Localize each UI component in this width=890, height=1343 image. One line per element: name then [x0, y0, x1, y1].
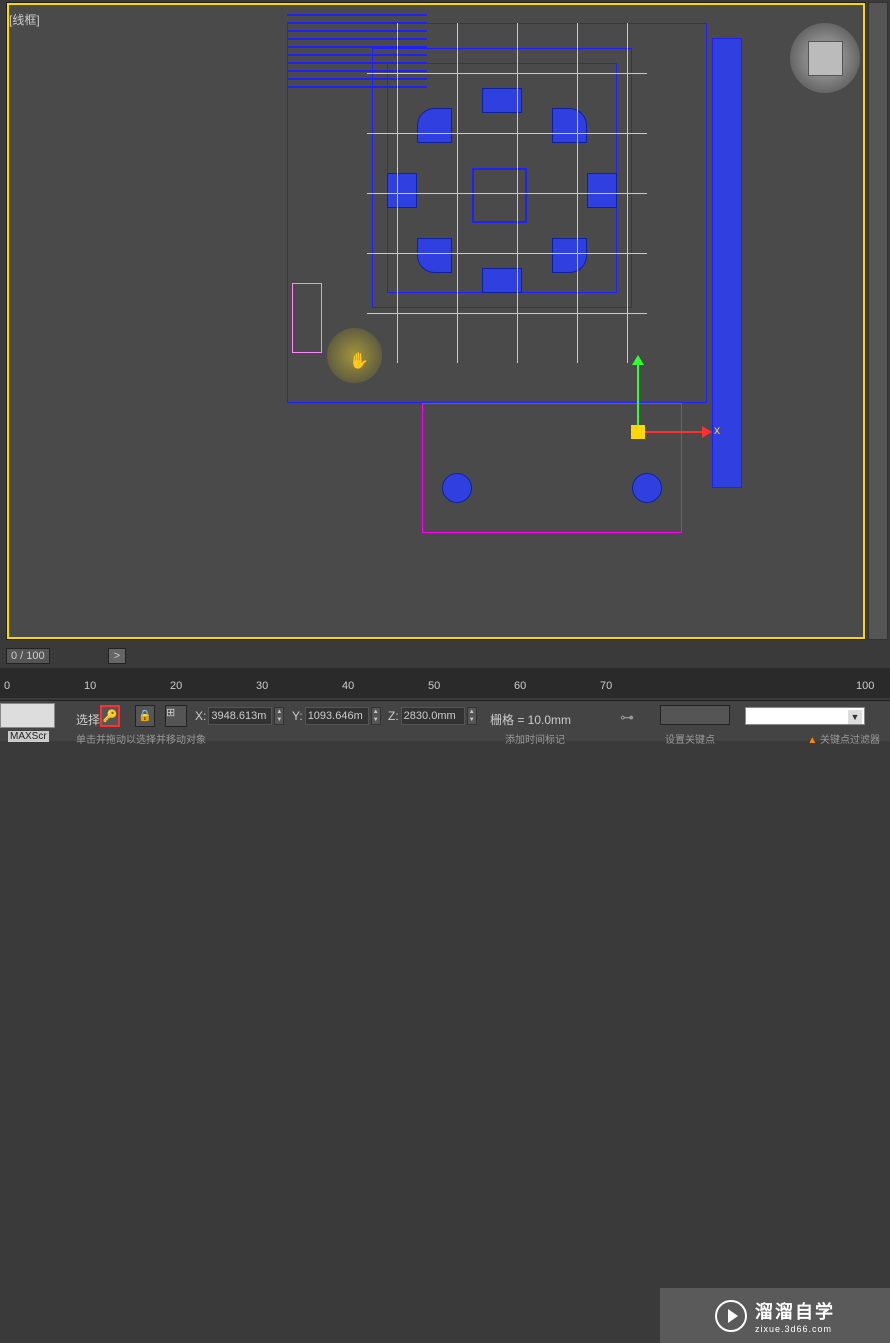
- key-icon: 🔑: [103, 709, 118, 723]
- watermark-title: 溜溜自学: [755, 1298, 835, 1324]
- z-label: Z:: [388, 709, 399, 723]
- select-label: 选择: [76, 711, 100, 728]
- watermark: 溜溜自学 zixue.3d66.com: [660, 1288, 890, 1343]
- selection-arrows: [367, 23, 647, 373]
- time-tick: 100: [856, 680, 874, 692]
- time-tick: 30: [256, 680, 268, 692]
- y-input[interactable]: [305, 707, 369, 725]
- drawing-content: [287, 13, 707, 533]
- timeline: 0 / 100 > 0 10 20 30 40 50 60 70 100 溜溜自…: [0, 644, 890, 699]
- grid-label: 栅格 = 10.0mm: [490, 711, 571, 728]
- lock-button[interactable]: 🔒: [135, 705, 155, 727]
- viewport[interactable]: [线框]: [6, 2, 866, 640]
- keyframe-button[interactable]: 🔑: [100, 705, 120, 727]
- time-tick: 50: [428, 680, 440, 692]
- gizmo-y-axis[interactable]: [637, 363, 639, 433]
- transform-gizmo[interactable]: x: [612, 363, 712, 443]
- viewcube-face[interactable]: [808, 41, 843, 76]
- y-label: Y:: [292, 709, 303, 723]
- key-filter-label[interactable]: ▲ 关键点过滤器: [807, 731, 880, 746]
- viewport-scrollbar[interactable]: [868, 2, 888, 640]
- gizmo-x-axis[interactable]: [637, 431, 707, 433]
- y-spinner[interactable]: ▲▼: [371, 707, 381, 725]
- object-round[interactable]: [442, 473, 472, 503]
- object-wall[interactable]: [712, 38, 742, 488]
- play-icon: [715, 1300, 747, 1332]
- lock-icon: 🔒: [138, 710, 152, 722]
- status-bar: MAXScr 选择 🔑 🔒 ⊞ X: ▲▼ Y: ▲▼ Z: ▲▼ 栅格 = 1…: [0, 700, 890, 741]
- gizmo-origin[interactable]: [631, 425, 645, 439]
- x-input[interactable]: [208, 707, 272, 725]
- viewcube[interactable]: [790, 23, 860, 93]
- key-tool-icon[interactable]: ⊶: [620, 709, 648, 725]
- gizmo-y-arrow[interactable]: [632, 355, 644, 365]
- snap-icon: ⊞: [166, 707, 175, 719]
- frame-counter[interactable]: 0 / 100: [6, 648, 50, 664]
- z-spinner[interactable]: ▲▼: [467, 707, 477, 725]
- snap-button[interactable]: ⊞: [165, 705, 187, 727]
- set-key-label[interactable]: 设置关键点: [665, 731, 715, 746]
- time-tag-hint[interactable]: 添加时间标记: [505, 731, 565, 746]
- expand-button[interactable]: >: [108, 648, 126, 664]
- z-input[interactable]: [401, 707, 465, 725]
- time-tick: 60: [514, 680, 526, 692]
- key-filter-dropdown[interactable]: ▼: [745, 707, 865, 725]
- time-tick: 40: [342, 680, 354, 692]
- time-tick: 10: [84, 680, 96, 692]
- time-ruler[interactable]: 0 10 20 30 40 50 60 70 100: [0, 668, 890, 698]
- time-tick: 70: [600, 680, 612, 692]
- time-tick: 20: [170, 680, 182, 692]
- watermark-url: zixue.3d66.com: [755, 1324, 835, 1334]
- object-round[interactable]: [632, 473, 662, 503]
- time-tick: 0: [4, 680, 10, 692]
- x-label: X:: [195, 709, 206, 723]
- left-panel[interactable]: [0, 703, 55, 728]
- gizmo-x-label: x: [714, 423, 720, 437]
- auto-key-button[interactable]: [660, 705, 730, 725]
- viewport-label[interactable]: [线框]: [9, 11, 40, 28]
- gizmo-x-arrow[interactable]: [702, 426, 712, 438]
- pan-cursor-icon: ✋: [349, 351, 369, 371]
- side-box: [292, 283, 322, 353]
- maxscript-label[interactable]: MAXScr: [8, 731, 49, 742]
- x-spinner[interactable]: ▲▼: [274, 707, 284, 725]
- dropdown-arrow-icon: ▼: [848, 710, 862, 724]
- status-hint: 单击并拖动以选择并移动对象: [76, 731, 206, 746]
